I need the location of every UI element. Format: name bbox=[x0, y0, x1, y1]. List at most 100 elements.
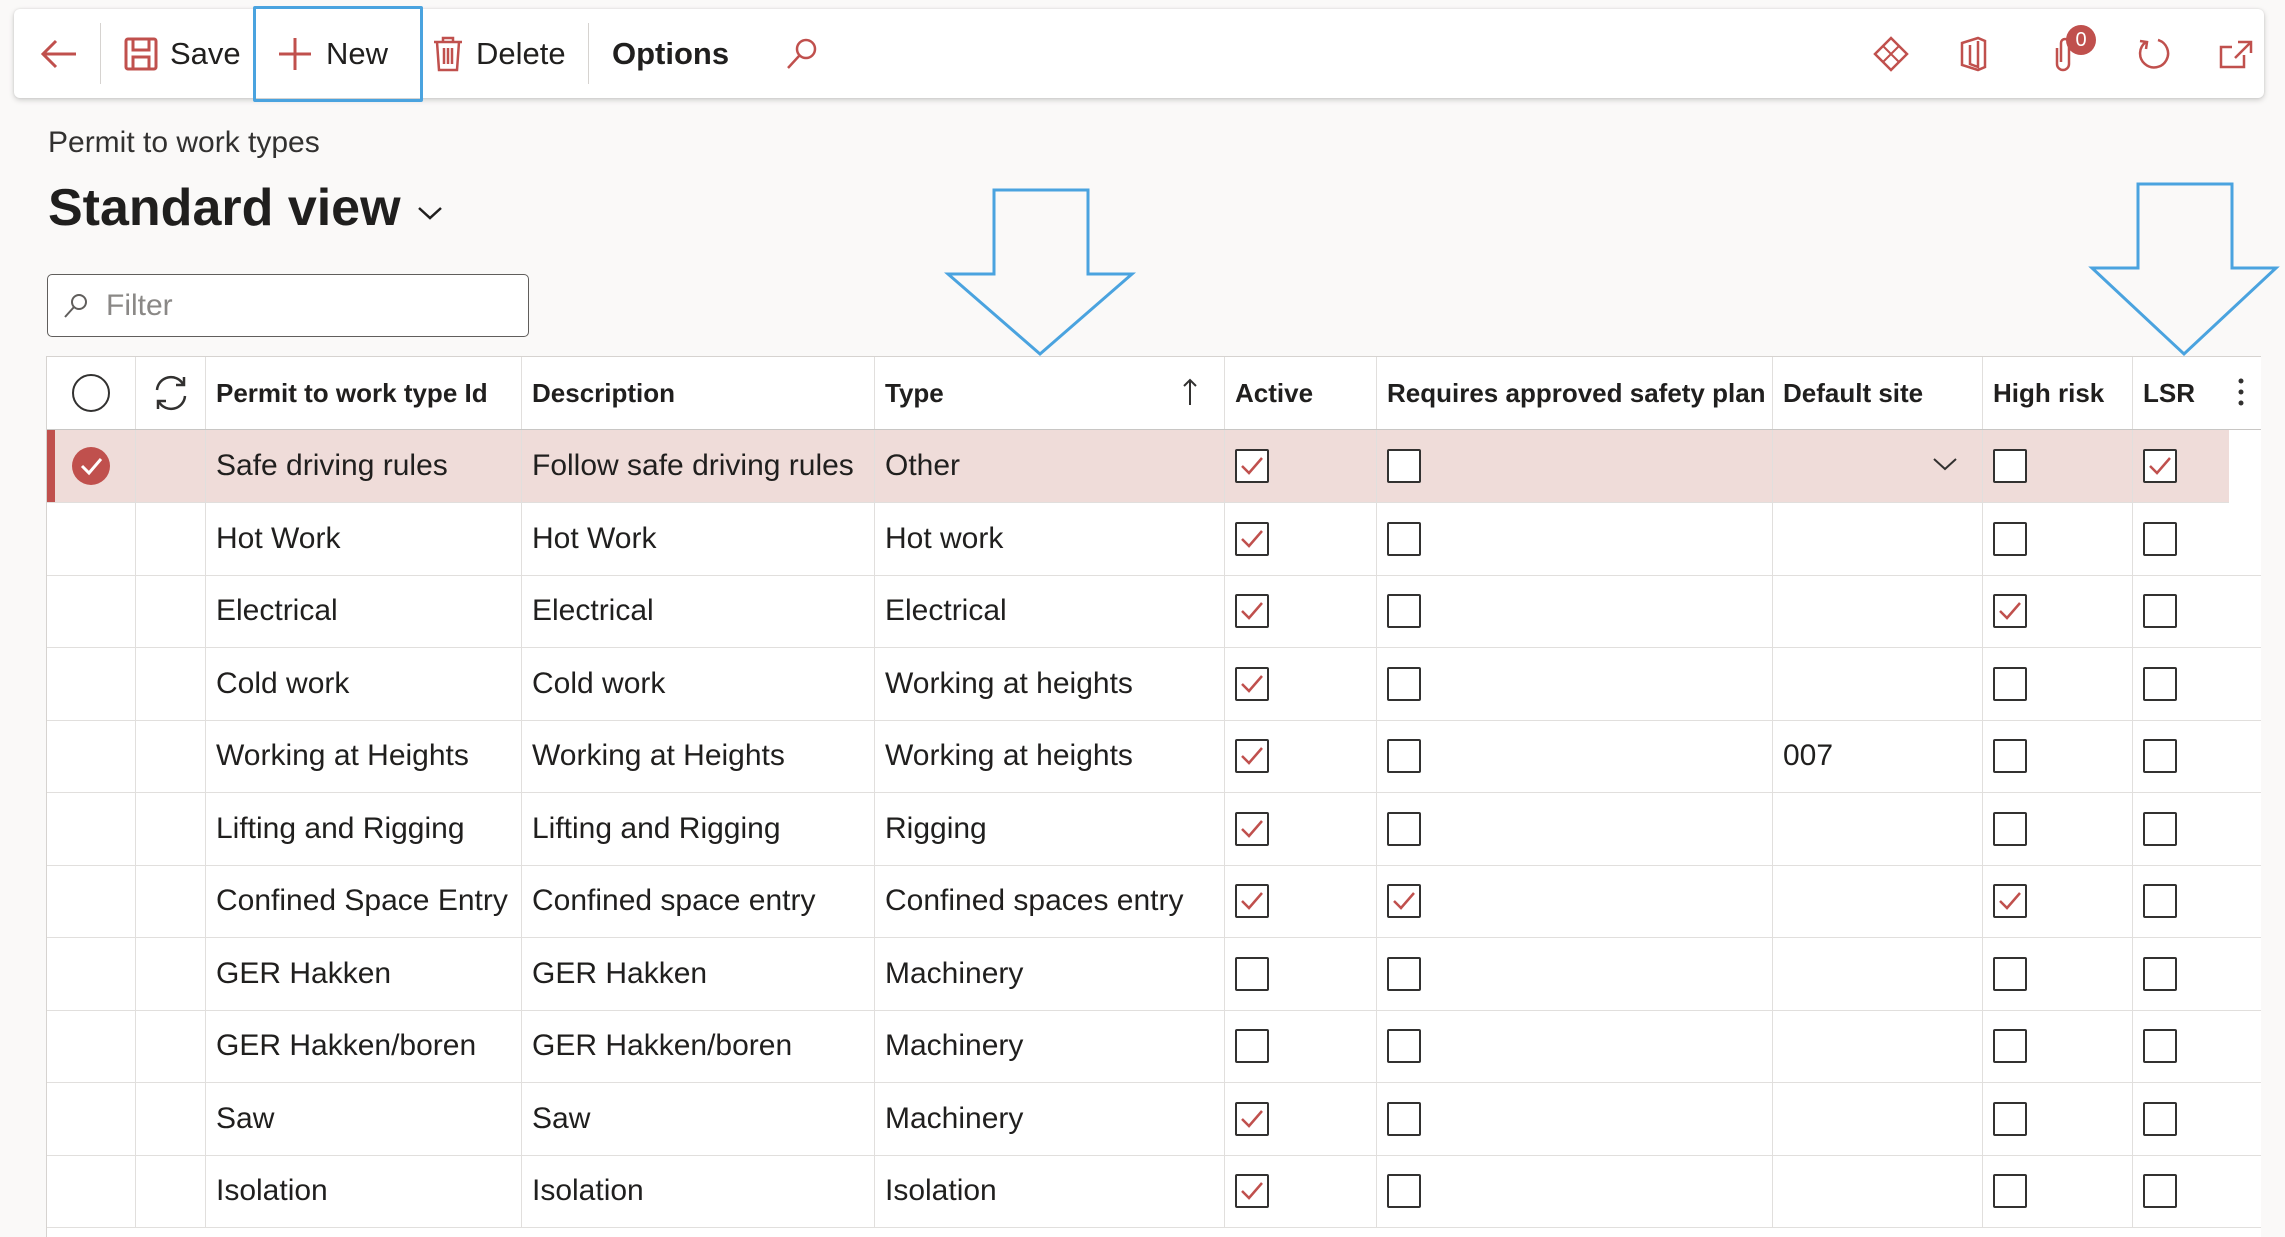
table-row[interactable]: Isolation Isolation Isolation bbox=[47, 1155, 2261, 1228]
table-row[interactable]: Electrical Electrical Electrical bbox=[47, 575, 2261, 648]
cell-description[interactable]: Electrical bbox=[522, 575, 875, 647]
office-button[interactable] bbox=[1958, 9, 1988, 98]
cell-id[interactable]: Confined Space Entry bbox=[206, 865, 522, 937]
attachments-button[interactable]: 0 bbox=[2048, 9, 2096, 98]
lsr-checkbox[interactable] bbox=[2143, 449, 2177, 483]
high-risk-checkbox[interactable] bbox=[1993, 739, 2027, 773]
high-risk-checkbox[interactable] bbox=[1993, 521, 2027, 556]
safety-plan-checkbox[interactable] bbox=[1387, 521, 1421, 556]
search-button[interactable] bbox=[784, 9, 820, 98]
active-checkbox[interactable] bbox=[1235, 1101, 1269, 1136]
high-risk-checkbox[interactable] bbox=[1993, 666, 2027, 701]
column-header-high-risk[interactable]: High risk bbox=[1983, 357, 2133, 429]
table-row[interactable]: GER Hakken GER Hakken Machinery bbox=[47, 937, 2261, 1011]
table-row[interactable]: Safe driving rules Follow safe driving ru… bbox=[47, 430, 2229, 503]
cell-description[interactable]: Cold work bbox=[522, 647, 875, 720]
options-tab[interactable]: Options bbox=[612, 9, 729, 98]
row-select[interactable] bbox=[47, 937, 136, 1010]
cell-type[interactable]: Electrical bbox=[875, 575, 1225, 647]
filter-input[interactable]: Filter bbox=[47, 274, 529, 337]
cell-type[interactable]: Machinery bbox=[875, 1010, 1225, 1082]
safety-plan-checkbox[interactable] bbox=[1387, 449, 1421, 483]
high-risk-checkbox[interactable] bbox=[1993, 1101, 2027, 1136]
power-apps-button[interactable] bbox=[1872, 9, 1910, 98]
cell-type[interactable]: Working at heights bbox=[875, 647, 1225, 720]
column-header-lsr[interactable]: LSR bbox=[2133, 357, 2261, 429]
cell-description[interactable]: Confined space entry bbox=[522, 865, 875, 937]
cell-default-site[interactable] bbox=[1773, 937, 1983, 1010]
safety-plan-checkbox[interactable] bbox=[1387, 1174, 1421, 1208]
lsr-checkbox[interactable] bbox=[2143, 521, 2177, 556]
active-checkbox[interactable] bbox=[1235, 449, 1269, 483]
cell-description[interactable]: GER Hakken bbox=[522, 937, 875, 1010]
cell-description[interactable]: Lifting and Rigging bbox=[522, 792, 875, 865]
cell-id[interactable]: Working at Heights bbox=[206, 720, 522, 792]
table-row[interactable]: GER Hakken/boren GER Hakken/boren Machiner… bbox=[47, 1010, 2261, 1083]
cell-id[interactable]: Saw bbox=[206, 1082, 522, 1155]
cell-id[interactable]: Lifting and Rigging bbox=[206, 792, 522, 865]
table-row[interactable]: Confined Space Entry Confined space entry… bbox=[47, 865, 2261, 938]
cell-default-site[interactable]: 007 bbox=[1773, 720, 1983, 792]
cell-default-site[interactable] bbox=[1773, 502, 1983, 575]
cell-description[interactable]: Hot Work bbox=[522, 502, 875, 575]
safety-plan-checkbox[interactable] bbox=[1387, 811, 1421, 846]
safety-plan-checkbox[interactable] bbox=[1387, 1029, 1421, 1063]
high-risk-checkbox[interactable] bbox=[1993, 594, 2027, 628]
column-header-safety-plan[interactable]: Requires approved safety plan bbox=[1377, 357, 1773, 429]
column-header-type[interactable]: Type bbox=[875, 357, 1225, 429]
high-risk-checkbox[interactable] bbox=[1993, 1174, 2027, 1208]
column-header-description[interactable]: Description bbox=[522, 357, 875, 429]
table-row[interactable]: Cold work Cold work Working at heights bbox=[47, 647, 2261, 721]
view-selector[interactable]: Standard view bbox=[48, 178, 443, 238]
lsr-checkbox[interactable] bbox=[2143, 1174, 2177, 1208]
save-button[interactable]: Save bbox=[124, 9, 241, 98]
table-row[interactable]: Saw Saw Machinery bbox=[47, 1082, 2261, 1156]
row-select[interactable] bbox=[47, 502, 136, 575]
active-checkbox[interactable] bbox=[1235, 1174, 1269, 1208]
cell-id[interactable]: Hot Work bbox=[206, 502, 522, 575]
row-select[interactable] bbox=[47, 1155, 136, 1227]
lsr-checkbox[interactable] bbox=[2143, 884, 2177, 918]
chevron-down-icon[interactable] bbox=[1932, 456, 1958, 472]
lsr-checkbox[interactable] bbox=[2143, 594, 2177, 628]
row-select[interactable] bbox=[47, 865, 136, 937]
cell-id[interactable]: Safe driving rules bbox=[206, 430, 522, 502]
cell-default-site[interactable] bbox=[1773, 575, 1983, 647]
row-select[interactable] bbox=[47, 792, 136, 865]
lsr-checkbox[interactable] bbox=[2143, 739, 2177, 773]
more-options-icon[interactable] bbox=[2237, 377, 2245, 407]
active-checkbox[interactable] bbox=[1235, 594, 1269, 628]
cell-default-site[interactable] bbox=[1773, 1155, 1983, 1227]
high-risk-checkbox[interactable] bbox=[1993, 811, 2027, 846]
cell-description[interactable]: Follow safe driving rules bbox=[522, 430, 875, 502]
column-header-active[interactable]: Active bbox=[1225, 357, 1377, 429]
open-in-new-window-button[interactable] bbox=[2218, 9, 2254, 98]
safety-plan-checkbox[interactable] bbox=[1387, 956, 1421, 991]
cell-default-site[interactable] bbox=[1773, 1082, 1983, 1155]
cell-default-site[interactable] bbox=[1773, 865, 1983, 937]
row-select[interactable] bbox=[47, 1010, 136, 1082]
cell-id[interactable]: Cold work bbox=[206, 647, 522, 720]
cell-type[interactable]: Hot work bbox=[875, 502, 1225, 575]
safety-plan-checkbox[interactable] bbox=[1387, 1101, 1421, 1136]
active-checkbox[interactable] bbox=[1235, 884, 1269, 918]
high-risk-checkbox[interactable] bbox=[1993, 1029, 2027, 1063]
delete-button[interactable]: Delete bbox=[432, 9, 566, 98]
safety-plan-checkbox[interactable] bbox=[1387, 739, 1421, 773]
column-header-default-site[interactable]: Default site bbox=[1773, 357, 1983, 429]
row-select[interactable] bbox=[47, 647, 136, 720]
cell-type[interactable]: Isolation bbox=[875, 1155, 1225, 1227]
column-header-id[interactable]: Permit to work type Id bbox=[206, 357, 522, 429]
cell-type[interactable]: Confined spaces entry bbox=[875, 865, 1225, 937]
cell-id[interactable]: GER Hakken bbox=[206, 937, 522, 1010]
row-select[interactable] bbox=[47, 720, 136, 792]
cell-description[interactable]: Isolation bbox=[522, 1155, 875, 1227]
table-row[interactable]: Lifting and Rigging Lifting and Rigging Ri… bbox=[47, 792, 2261, 866]
table-row[interactable]: Hot Work Hot Work Hot work bbox=[47, 502, 2261, 576]
active-checkbox[interactable] bbox=[1235, 1029, 1269, 1063]
active-checkbox[interactable] bbox=[1235, 811, 1269, 846]
lsr-checkbox[interactable] bbox=[2143, 1029, 2177, 1063]
safety-plan-checkbox[interactable] bbox=[1387, 666, 1421, 701]
lsr-checkbox[interactable] bbox=[2143, 956, 2177, 991]
table-row[interactable]: Working at Heights Working at Heights Work… bbox=[47, 720, 2261, 793]
